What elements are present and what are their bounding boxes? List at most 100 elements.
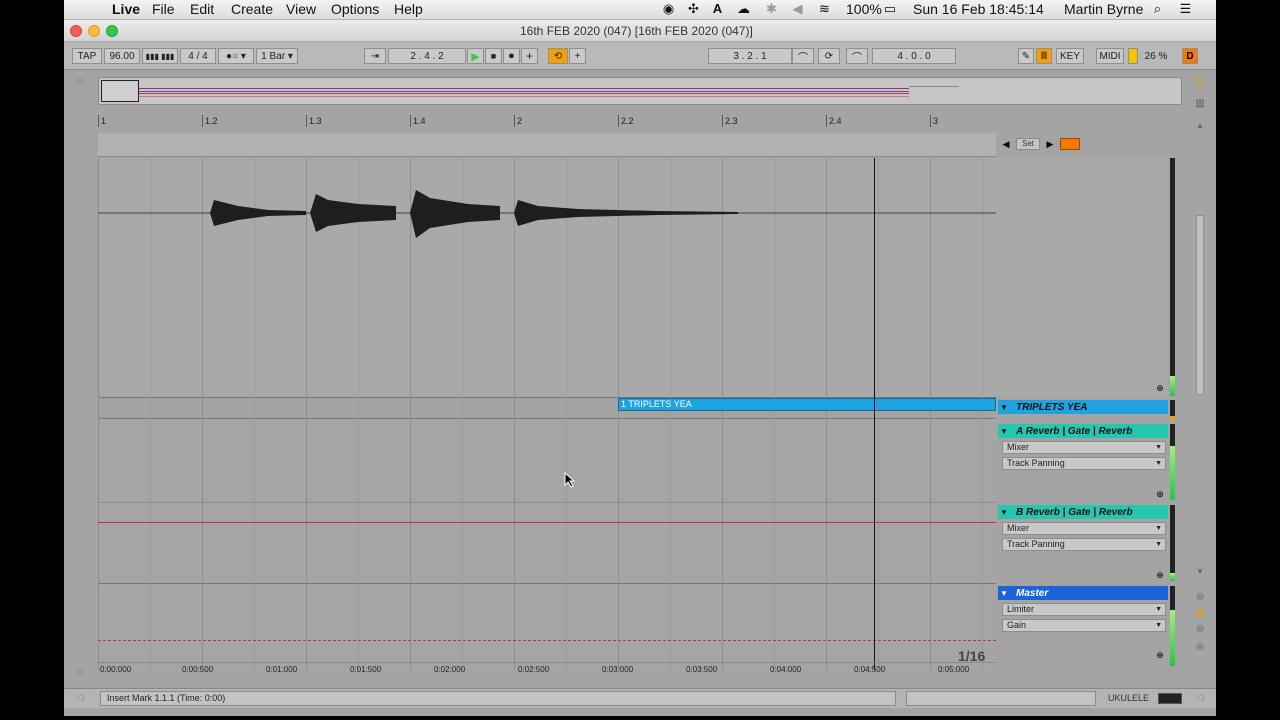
add-lane-icon[interactable]: ⊕ [1154, 569, 1166, 581]
quantize-menu[interactable]: 1 Bar ▾ [256, 48, 298, 64]
wifi-icon[interactable]: ≋ [817, 1, 832, 17]
status-message: Insert Mark 1.1.1 (Time: 0:00) [107, 693, 226, 703]
selected-track-name[interactable]: UKULELE [1108, 693, 1149, 703]
close-window-button[interactable] [70, 25, 82, 37]
fold-triangle-icon[interactable]: ▼ [998, 427, 1010, 436]
bluetooth-icon[interactable]: ✱ [764, 1, 779, 17]
menu-view[interactable]: View [286, 1, 316, 17]
spotlight-icon[interactable]: ⌕ [1150, 1, 1165, 17]
sidechain-icon[interactable]: ◎ [1194, 622, 1206, 634]
fold-triangle-icon[interactable]: ▼ [998, 508, 1010, 517]
loop-length-field[interactable]: 4 . 0 . 0 [872, 48, 956, 64]
time-signature-field[interactable]: 4 / 4 [180, 48, 216, 64]
overview-selection-box[interactable] [101, 80, 139, 102]
io-toggle-icon[interactable]: ▥ [1194, 98, 1206, 110]
ruler-label: 2.4 [829, 116, 842, 126]
master-lane[interactable] [98, 585, 996, 670]
metronome-button[interactable]: ●○ ▾ [218, 48, 254, 64]
zoom-window-button[interactable] [106, 25, 118, 37]
track-header-master[interactable]: ▼ Master [998, 586, 1168, 600]
key-map-button[interactable]: KEY [1056, 48, 1084, 64]
overview-track-line [139, 93, 909, 94]
stop-button[interactable]: ■ [485, 48, 502, 64]
user-name[interactable]: Martin Byrne [1064, 1, 1143, 17]
device-chooser[interactable]: Limiter ▼ [1002, 603, 1166, 616]
arrangement-view[interactable]: 1 TRIPLETS YEA 1/16 [98, 158, 996, 670]
menu-edit[interactable]: Edit [190, 1, 214, 17]
tempo-field[interactable]: 96.00 [104, 48, 140, 64]
back-to-arrangement-button[interactable]: + [569, 48, 586, 64]
info-view-toggle-icon[interactable]: ◁ [74, 692, 86, 704]
arrangement-overview[interactable] [98, 77, 1182, 105]
track-header-triplets[interactable]: ▼ TRIPLETS YEA [998, 400, 1168, 414]
beat-time-ruler[interactable]: 1 1.2 1.3 1.4 2 2.2 2.3 2.4 3 [98, 115, 996, 131]
cloud-icon[interactable]: ☁ [736, 1, 751, 17]
add-lane-icon[interactable]: ⊕ [1154, 382, 1166, 394]
punch-in-button[interactable]: ⌒ [792, 48, 814, 64]
follow-button[interactable]: ⇥ [364, 48, 386, 64]
app-menu-live[interactable]: Live [112, 1, 140, 17]
track-header-return-a[interactable]: ▼ A Reverb | Gate | Reverb [998, 424, 1168, 438]
draw-mode-button[interactable]: ✎ [1018, 48, 1034, 64]
overview-icon[interactable]: ◎ [1194, 590, 1206, 602]
record-button[interactable]: ● [503, 48, 520, 64]
time-ruler[interactable]: 0:00:000 0:00:500 0:01:000 0:01:500 0:02… [98, 662, 996, 676]
automation-line[interactable] [98, 640, 996, 641]
track-header-return-b[interactable]: ▼ B Reverb | Gate | Reverb [998, 505, 1168, 519]
loop-switch[interactable]: ⟳ [818, 48, 840, 64]
vertical-scrollbar[interactable] [1196, 215, 1204, 395]
audio-clip[interactable]: 1 TRIPLETS YEA [618, 398, 996, 411]
set-locator-button[interactable]: Set [1016, 138, 1040, 150]
browser-toggle-icon[interactable]: ☰ [1194, 78, 1206, 90]
play-button[interactable]: ▶ [467, 48, 484, 64]
menu-create[interactable]: Create [231, 1, 273, 17]
overdub-button[interactable]: + [521, 48, 538, 64]
punch-out-button[interactable]: ⌒ [846, 48, 868, 64]
loop-brace-button[interactable] [1060, 138, 1080, 150]
automation-line[interactable] [98, 522, 996, 523]
parameter-chooser[interactable]: Gain ▼ [1002, 619, 1166, 632]
menu-help[interactable]: Help [394, 1, 423, 17]
font-status-icon[interactable]: A [710, 1, 725, 17]
device-chooser[interactable]: Mixer ▼ [1002, 441, 1166, 454]
scroll-down-icon[interactable]: ▼ [1194, 566, 1206, 578]
playhead[interactable] [874, 158, 875, 670]
menu-options[interactable]: Options [331, 1, 379, 17]
parameter-chooser[interactable]: Track Panning ▼ [1002, 538, 1166, 551]
loop-start-field[interactable]: 3 . 2 . 1 [708, 48, 792, 64]
record-status-icon[interactable]: ◉ [661, 1, 676, 17]
nudge-buttons[interactable]: ▮▮▮ ▮▮▮ [142, 48, 178, 64]
battery-icon[interactable]: ▭ [880, 1, 900, 17]
midi-map-button[interactable]: MIDI [1096, 48, 1124, 64]
next-locator-icon[interactable]: ▶ [1044, 138, 1056, 150]
device-chooser[interactable]: Mixer ▼ [1002, 522, 1166, 535]
overview-toggle-icon[interactable]: ◎ [74, 76, 86, 88]
detail-view-toggle-icon[interactable]: ◁ [1194, 692, 1206, 704]
return-a-lane[interactable] [98, 421, 996, 503]
automation-arm-button[interactable]: ⟲ [548, 48, 568, 64]
return-b-lane[interactable] [98, 504, 996, 584]
fold-triangle-icon[interactable]: ▼ [998, 403, 1010, 412]
volume-icon[interactable]: ◀ [790, 1, 805, 17]
tap-tempo-button[interactable]: TAP [72, 48, 102, 64]
scroll-up-icon[interactable]: ▲ [1194, 120, 1206, 132]
position-field[interactable]: 2 . 4 . 2 [388, 48, 466, 64]
parameter-chooser-value: Track Panning [1007, 539, 1065, 549]
prev-locator-icon[interactable]: ◀ [1000, 138, 1012, 150]
notification-center-icon[interactable]: ☰ [1178, 1, 1193, 17]
tools-status-icon[interactable]: ✣ [686, 1, 701, 17]
reenable-automation-icon[interactable]: ◉ [1194, 606, 1206, 618]
mixer-toggle-icon[interactable]: ◎ [1194, 640, 1206, 652]
left-panel-toggle-icon[interactable]: ◎ [74, 666, 86, 678]
add-lane-icon[interactable]: ⊕ [1154, 488, 1166, 500]
locator-bar[interactable] [98, 133, 996, 157]
computer-keyboard-button[interactable]: Ⅲ [1036, 48, 1052, 64]
fold-triangle-icon[interactable]: ▼ [998, 589, 1010, 598]
parameter-chooser-value: Track Panning [1007, 458, 1065, 468]
menu-file[interactable]: File [152, 1, 175, 17]
midi-track-indicator[interactable] [1158, 693, 1182, 704]
add-lane-icon[interactable]: ⊕ [1154, 649, 1166, 661]
minimize-window-button[interactable] [88, 25, 100, 37]
clock[interactable]: Sun 16 Feb 18:45:14 [913, 1, 1044, 17]
parameter-chooser[interactable]: Track Panning ▼ [1002, 457, 1166, 470]
